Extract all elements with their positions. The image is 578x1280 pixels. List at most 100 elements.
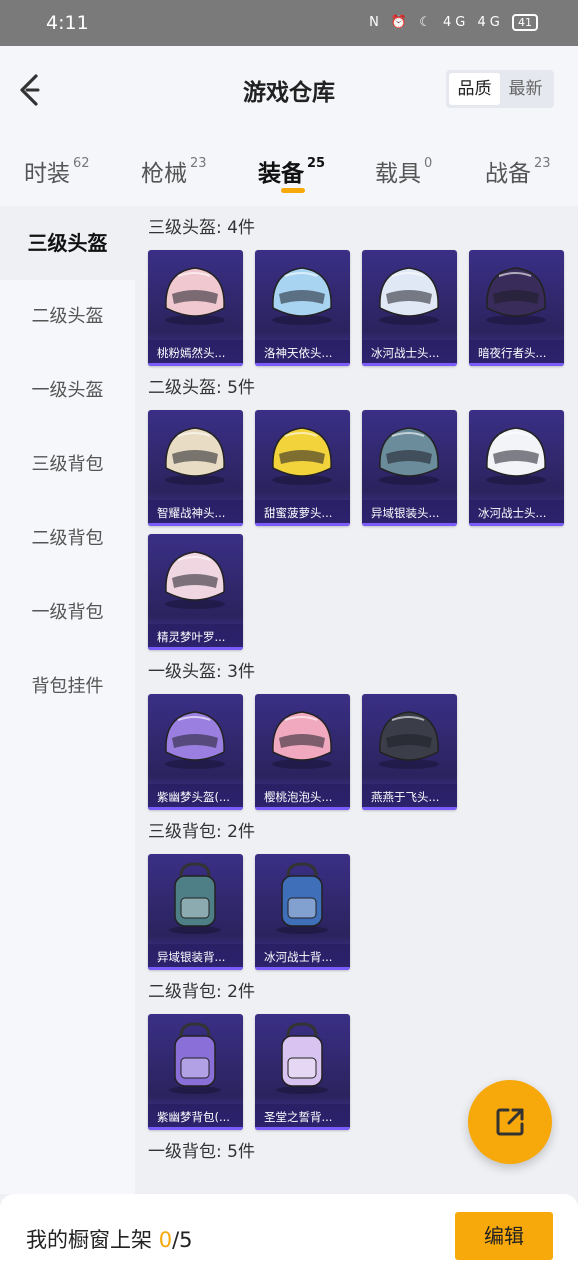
showcase-label: 我的橱窗上架: [26, 1228, 152, 1252]
tab-combat-gear[interactable]: 战备 23: [485, 154, 551, 188]
quality-stripe: [148, 807, 243, 810]
helmet-icon: [379, 427, 439, 485]
showcase-count: 我的橱窗上架 0/5: [26, 1224, 193, 1254]
helmet-icon: [486, 267, 546, 325]
item-card[interactable]: 樱桃泡泡头...: [255, 694, 350, 810]
sidebar-item-level3-backpack[interactable]: 三级背包: [0, 428, 135, 502]
sidebar-item-level2-backpack[interactable]: 二级背包: [0, 502, 135, 576]
bottom-bar: 我的橱窗上架 0/5 编辑: [0, 1194, 578, 1280]
tab-vehicles[interactable]: 载具 0: [375, 154, 432, 188]
quality-stripe: [362, 523, 457, 526]
quality-stripe: [255, 807, 350, 810]
quality-stripe: [469, 363, 564, 366]
sort-newest[interactable]: 最新: [500, 73, 551, 105]
status-bar: 4:11 N ⏰ ☾ 4G 4G 41: [0, 0, 578, 46]
status-time: 4:11: [46, 12, 89, 34]
item-card[interactable]: 紫幽梦头盔(...: [148, 694, 243, 810]
battery-icon: 41: [512, 14, 538, 31]
quality-stripe: [148, 1127, 243, 1130]
sort-toggle: 品质 最新: [446, 70, 554, 108]
helmet-icon: [165, 267, 225, 325]
helmet-icon: [272, 427, 332, 485]
active-tab-indicator: [281, 188, 305, 193]
sidebar-item-level2-helmet[interactable]: 二级头盔: [0, 280, 135, 354]
section-title: 二级背包: 2件: [148, 982, 255, 1002]
item-card[interactable]: 异域银装背...: [148, 854, 243, 970]
tab-guns[interactable]: 枪械 23: [141, 154, 207, 188]
helmet-icon: [272, 711, 332, 769]
helmet-icon: [165, 427, 225, 485]
backpack-icon: [169, 1022, 221, 1094]
tab-equipment[interactable]: 装备 25: [258, 154, 325, 188]
section-title: 三级头盔: 4件: [148, 218, 255, 238]
item-grid: 桃粉嫣然头... 洛神天依头... 冰河战士头... 暗夜行者头...: [135, 238, 578, 366]
item-card[interactable]: 圣堂之誓背...: [255, 1014, 350, 1130]
quality-stripe: [148, 647, 243, 650]
quality-stripe: [148, 523, 243, 526]
helmet-icon: [379, 711, 439, 769]
helmet-icon: [379, 267, 439, 325]
tab-count: 0: [424, 156, 433, 171]
tab-label: 时装: [24, 161, 70, 187]
showcase-current: 0: [158, 1228, 173, 1252]
header: 游戏仓库 品质 最新: [0, 46, 578, 136]
item-card[interactable]: 暗夜行者头...: [469, 250, 564, 366]
helmet-icon: [486, 427, 546, 485]
item-card[interactable]: 精灵梦叶罗...: [148, 534, 243, 650]
backpack-icon: [169, 862, 221, 934]
item-card[interactable]: 智耀战神头...: [148, 410, 243, 526]
sidebar-item-level1-helmet[interactable]: 一级头盔: [0, 354, 135, 428]
edit-button[interactable]: 编辑: [455, 1212, 553, 1260]
quality-stripe: [362, 363, 457, 366]
tab-label: 装备: [258, 161, 304, 187]
quality-stripe: [362, 807, 457, 810]
tab-label: 战备: [485, 161, 531, 187]
item-card[interactable]: 冰河战士背...: [255, 854, 350, 970]
section-title: 二级头盔: 5件: [148, 378, 255, 398]
tab-count: 25: [307, 156, 326, 171]
backpack-icon: [276, 862, 328, 934]
item-list[interactable]: 三级头盔: 4件 桃粉嫣然头... 洛神天依头... 冰河战士头... 暗夜行者头...…: [135, 206, 578, 1194]
item-grid: 智耀战神头... 甜蜜菠萝头... 异域银装头... 冰河战士头... 精灵梦叶罗...: [135, 398, 578, 650]
item-card[interactable]: 冰河战士头...: [469, 410, 564, 526]
item-grid: 异域银装背... 冰河战士背...: [135, 842, 578, 970]
item-grid: 紫幽梦头盔(... 樱桃泡泡头... 燕燕于飞头...: [135, 682, 578, 810]
quality-stripe: [255, 967, 350, 970]
tab-label: 载具: [375, 161, 421, 187]
sidebar-item-backpack-pendant[interactable]: 背包挂件: [0, 650, 135, 724]
helmet-icon: [165, 551, 225, 609]
sidebar-item-level1-backpack[interactable]: 一级背包: [0, 576, 135, 650]
status-icons-text: N ⏰ ☾ 4G 4G: [369, 15, 504, 30]
quality-stripe: [255, 1127, 350, 1130]
status-icons: N ⏰ ☾ 4G 4G 41: [369, 14, 538, 31]
item-card[interactable]: 洛神天依头...: [255, 250, 350, 366]
share-button[interactable]: [468, 1080, 552, 1164]
tab-count: 23: [534, 156, 551, 171]
quality-stripe: [255, 523, 350, 526]
quality-stripe: [148, 363, 243, 366]
item-card[interactable]: 异域银装头...: [362, 410, 457, 526]
share-icon: [496, 1108, 524, 1136]
backpack-icon: [276, 1022, 328, 1094]
section-title: 一级头盔: 3件: [148, 662, 255, 682]
sidebar-item-level3-helmet[interactable]: 三级头盔: [0, 206, 135, 280]
tab-count: 62: [73, 156, 90, 171]
tab-label: 枪械: [141, 161, 187, 187]
item-card[interactable]: 甜蜜菠萝头...: [255, 410, 350, 526]
tab-count: 23: [190, 156, 207, 171]
helmet-icon: [165, 711, 225, 769]
tab-fashion[interactable]: 时装 62: [24, 154, 90, 188]
quality-stripe: [255, 363, 350, 366]
item-card[interactable]: 冰河战士头...: [362, 250, 457, 366]
item-card[interactable]: 燕燕于飞头...: [362, 694, 457, 810]
showcase-total: /5: [172, 1228, 193, 1252]
item-card[interactable]: 紫幽梦背包(...: [148, 1014, 243, 1130]
category-tabs: 时装 62 枪械 23 装备 25 载具 0 战备 23: [0, 136, 578, 206]
quality-stripe: [469, 523, 564, 526]
quality-stripe: [148, 967, 243, 970]
helmet-icon: [272, 267, 332, 325]
sort-quality[interactable]: 品质: [449, 73, 500, 105]
sidebar: 三级头盔 二级头盔 一级头盔 三级背包 二级背包 一级背包 背包挂件: [0, 206, 135, 1194]
section-title: 三级背包: 2件: [148, 822, 255, 842]
item-card[interactable]: 桃粉嫣然头...: [148, 250, 243, 366]
